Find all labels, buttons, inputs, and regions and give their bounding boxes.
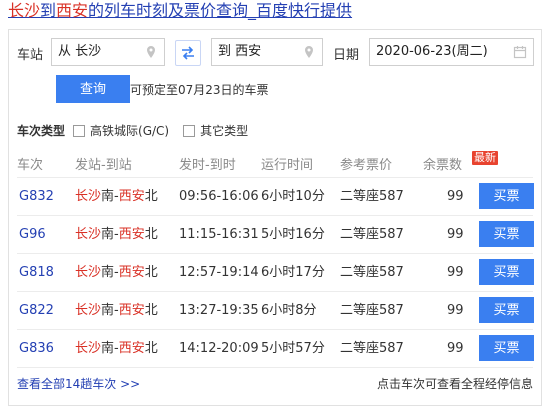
new-badge: 最新 [472, 151, 498, 165]
duration-cell: 6小时17分 [261, 265, 325, 280]
date-input[interactable]: 2020-06-23(周二) [369, 38, 534, 66]
view-all-trains-link[interactable]: 查看全部14趟车次 >> [17, 375, 140, 392]
remain-cell: 99 [447, 227, 464, 242]
buy-ticket-button[interactable]: 买票 [479, 297, 534, 323]
to-station-value: 到 西安 [218, 44, 262, 59]
swap-stations-button[interactable] [175, 40, 201, 66]
footer-hint: 点击车次可查看全程经停信息 [376, 377, 533, 391]
to-station-input[interactable]: 到 西安 [211, 38, 323, 66]
title-rest: 的列车时刻及票价查询_百度快行提供 [88, 1, 353, 20]
presale-note: 可预定至07月23日的车票 [130, 83, 269, 97]
filter-option-gc[interactable]: 高铁城际(G/C) [73, 122, 169, 139]
price-cell: 二等座587 [340, 303, 404, 318]
station-label: 车站 [17, 48, 44, 63]
header-duration: 运行时间 [261, 158, 314, 173]
remain-cell: 99 [447, 303, 464, 318]
buy-ticket-button[interactable]: 买票 [479, 221, 534, 247]
page-title[interactable]: 长沙到西安的列车时刻及票价查询_百度快行提供 [8, 1, 352, 21]
train-query-card: 车站 从 长沙 到 西安 日期 2020-06-23(周二) 查询 可预定至07… [8, 29, 542, 406]
filter-option-gc-label: 高铁城际(G/C) [90, 124, 170, 138]
divider [17, 367, 533, 368]
route-cell: 长沙南-西安北 [75, 227, 158, 242]
swap-arrows-icon [182, 46, 194, 60]
price-cell: 二等座587 [340, 341, 404, 356]
filter-option-other[interactable]: 其它类型 [183, 122, 248, 139]
duration-cell: 5小时16分 [261, 227, 325, 242]
remain-cell: 99 [447, 189, 464, 204]
query-button[interactable]: 查询 [56, 75, 130, 103]
title-from: 长沙 [8, 1, 41, 20]
buy-ticket-button[interactable]: 买票 [479, 183, 534, 209]
times-cell: 14:12-20:09 [179, 341, 259, 356]
duration-cell: 5小时57分 [261, 341, 325, 356]
header-price: 参考票价 [340, 158, 393, 173]
train-number-link[interactable]: G96 [19, 216, 46, 253]
date-label: 日期 [333, 48, 360, 63]
remain-cell: 99 [447, 341, 464, 356]
from-station-value: 从 长沙 [58, 44, 102, 59]
route-cell: 长沙南-西安北 [75, 189, 158, 204]
train-number-link[interactable]: G832 [19, 178, 54, 215]
table-row: G836 长沙南-西安北 14:12-20:09 5小时57分 二等座587 9… [9, 330, 541, 367]
header-remain: 余票数 [423, 158, 463, 173]
train-number-link[interactable]: G818 [19, 254, 54, 291]
filter-checkbox-gc[interactable] [73, 124, 86, 137]
duration-cell: 6小时8分 [261, 303, 317, 318]
header-stations: 发站-到站 [75, 158, 132, 173]
location-pin-icon [147, 46, 155, 58]
filter-label: 车次类型 [17, 124, 66, 138]
price-cell: 二等座587 [340, 265, 404, 280]
date-value: 2020-06-23(周二) [376, 44, 488, 59]
filter-option-other-label: 其它类型 [200, 124, 249, 138]
table-row: G96 长沙南-西安北 11:15-16:31 5小时16分 二等座587 99… [9, 216, 541, 253]
from-station-input[interactable]: 从 长沙 [51, 38, 165, 66]
times-cell: 12:57-19:14 [179, 265, 259, 280]
table-row: G832 长沙南-西安北 09:56-16:06 6小时10分 二等座587 9… [9, 178, 541, 215]
price-cell: 二等座587 [340, 189, 404, 204]
route-cell: 长沙南-西安北 [75, 341, 158, 356]
times-cell: 13:27-19:35 [179, 303, 259, 318]
title-dest: 西安 [56, 1, 89, 20]
route-cell: 长沙南-西安北 [75, 265, 158, 280]
times-cell: 09:56-16:06 [179, 189, 259, 204]
remain-cell: 99 [447, 265, 464, 280]
table-row: G822 长沙南-西安北 13:27-19:35 6小时8分 二等座587 99… [9, 292, 541, 329]
train-type-filter: 车次类型 高铁城际(G/C) 其它类型 [17, 122, 262, 139]
table-row: G818 长沙南-西安北 12:57-19:14 6小时17分 二等座587 9… [9, 254, 541, 291]
buy-ticket-button[interactable]: 买票 [479, 335, 534, 361]
duration-cell: 6小时10分 [261, 189, 325, 204]
header-train: 车次 [17, 158, 44, 173]
route-cell: 长沙南-西安北 [75, 303, 158, 318]
buy-ticket-button[interactable]: 买票 [479, 259, 534, 285]
train-number-link[interactable]: G822 [19, 292, 54, 329]
times-cell: 11:15-16:31 [179, 227, 259, 242]
title-to-word: 到 [40, 1, 57, 20]
header-times: 发时-到时 [179, 158, 236, 173]
train-number-link[interactable]: G836 [19, 330, 54, 367]
price-cell: 二等座587 [340, 227, 404, 242]
filter-checkbox-other[interactable] [183, 124, 196, 137]
calendar-icon [513, 46, 527, 59]
location-pin-icon [305, 46, 313, 58]
